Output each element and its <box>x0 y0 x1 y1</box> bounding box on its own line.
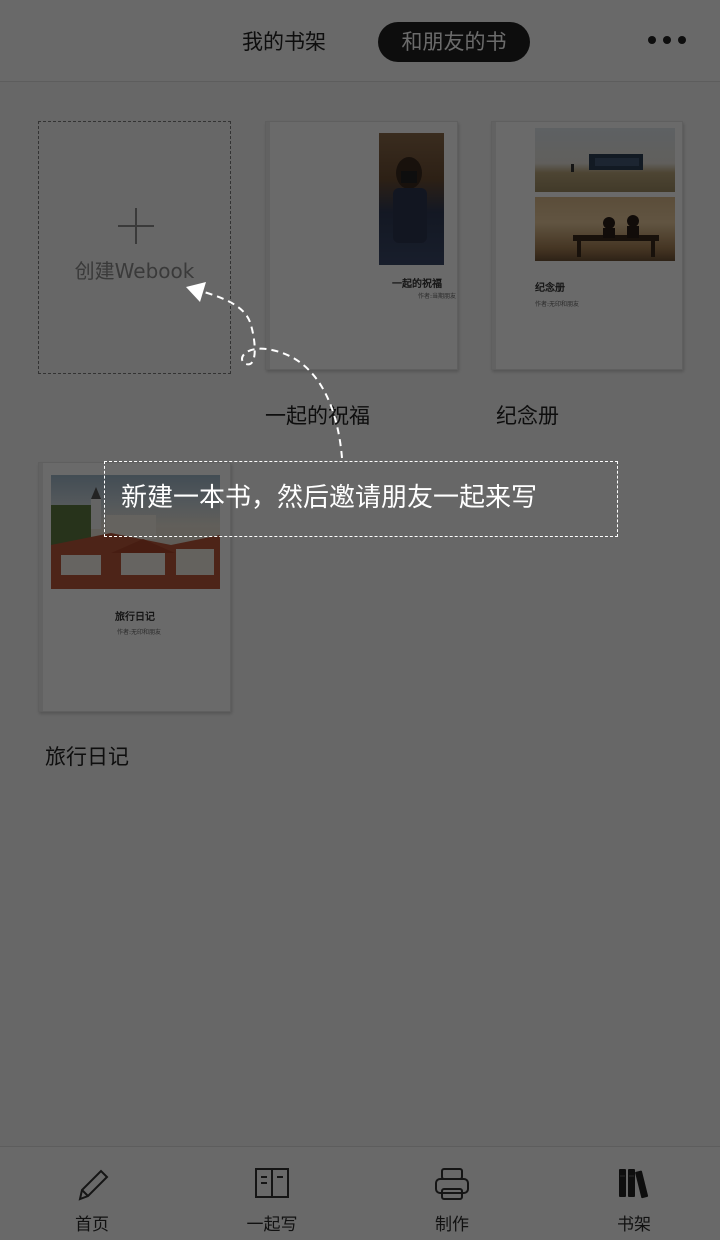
cover-author: 作者:无印和朋友 <box>535 301 580 308</box>
book-title[interactable]: 纪念册 <box>496 400 559 430</box>
create-webook-label: 创建Webook <box>74 259 195 283</box>
book-title[interactable]: 一起的祝福 <box>265 400 370 430</box>
book-title[interactable]: 旅行日记 <box>45 741 129 771</box>
tab-my-shelf[interactable]: 我的书架 <box>228 22 340 62</box>
app-root: 我的书架 和朋友的书 创建Webook 一起的祝福 作者:当期朋友 一起的祝福 <box>0 0 720 1240</box>
pencil-icon <box>78 1169 109 1201</box>
cover-photo <box>535 128 675 192</box>
book-card[interactable]: 旅行日记 作者:无印和朋友 <box>38 462 231 712</box>
cover-photo <box>535 197 675 261</box>
more-dots-icon[interactable] <box>648 36 686 44</box>
nav-label: 首页 <box>75 1215 109 1235</box>
nav-label: 一起写 <box>246 1215 298 1235</box>
cover-title: 纪念册 <box>535 283 565 294</box>
cover-title: 旅行日记 <box>115 612 155 623</box>
plus-icon <box>118 208 154 244</box>
create-webook-button[interactable]: 创建Webook <box>38 121 231 374</box>
nav-item-make[interactable]: 制作 <box>392 1147 512 1240</box>
top-bar: 我的书架 和朋友的书 <box>0 0 720 82</box>
cover-author: 作者:当期朋友 <box>418 293 457 300</box>
bottom-navigation: 首页 一起写 制作 书架 <box>0 1146 720 1240</box>
book-open-icon <box>255 1168 289 1198</box>
nav-item-home[interactable]: 首页 <box>32 1147 152 1240</box>
cover-title: 一起的祝福 <box>392 279 442 290</box>
book-card[interactable]: 一起的祝福 作者:当期朋友 <box>265 121 458 370</box>
nav-item-bookshelf[interactable]: 书架 <box>574 1147 694 1240</box>
printer-icon <box>435 1168 469 1200</box>
book-card[interactable]: 纪念册 作者:无印和朋友 <box>491 121 683 370</box>
bookshelf-icon <box>619 1169 649 1199</box>
nav-item-write-together[interactable]: 一起写 <box>212 1147 332 1240</box>
nav-label: 书架 <box>617 1215 651 1235</box>
cover-photo <box>379 133 444 265</box>
cover-photo <box>51 475 220 589</box>
cover-author: 作者:无印和朋友 <box>117 629 162 636</box>
tab-books-with-friends[interactable]: 和朋友的书 <box>378 22 530 62</box>
nav-label: 制作 <box>435 1215 469 1235</box>
